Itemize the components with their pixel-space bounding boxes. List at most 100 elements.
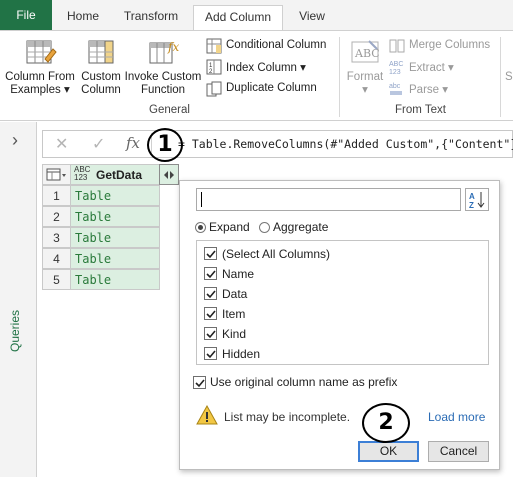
checkmark-icon <box>206 330 216 339</box>
invoke-custom-function-label-1: Invoke Custom <box>124 71 202 83</box>
svg-text:Z: Z <box>469 201 474 210</box>
conditional-column-button[interactable]: Conditional Column <box>206 37 336 55</box>
column-option-label[interactable]: Data <box>222 287 247 301</box>
tab-home[interactable]: Home <box>58 5 108 30</box>
format-text-icon: ABC <box>351 40 380 63</box>
cancel-button[interactable]: Cancel <box>428 441 489 462</box>
column-search-input[interactable] <box>196 188 461 211</box>
column-header-label: GetData <box>96 168 143 182</box>
ok-button[interactable]: OK <box>358 441 419 462</box>
table-cell[interactable]: Table <box>70 185 160 206</box>
queries-pane[interactable]: › Queries <box>0 122 37 477</box>
use-prefix-label[interactable]: Use original column name as prefix <box>210 375 397 389</box>
custom-column-icon <box>88 40 114 64</box>
invoke-custom-function-button[interactable]: fx Invoke Custom Function <box>124 37 202 97</box>
aggregate-radio[interactable] <box>259 222 270 233</box>
commit-formula-icon[interactable]: ✓ <box>92 134 105 154</box>
extract-label: Extract ▾ <box>409 62 454 74</box>
cancel-formula-icon[interactable]: ✕ <box>55 134 68 154</box>
checkmark-icon <box>206 250 216 259</box>
checkmark-icon <box>195 379 205 388</box>
custom-column-label-1: Custom <box>81 71 121 83</box>
from-text-group-label: From Text <box>395 104 446 116</box>
parse-button[interactable]: abc Parse ▾ <box>389 80 499 98</box>
index-column-icon: 1 2 <box>206 59 222 75</box>
column-checkbox[interactable] <box>204 267 217 280</box>
table-cell[interactable]: Table <box>70 269 160 290</box>
index-column-label: Index Column ▾ <box>226 62 306 74</box>
fx-icon[interactable]: fx <box>126 134 140 152</box>
expand-column-button[interactable] <box>159 164 179 185</box>
row-number: 5 <box>42 269 71 290</box>
warning-icon <box>196 405 218 425</box>
table-cell[interactable]: Table <box>70 227 160 248</box>
checkmark-icon <box>206 290 216 299</box>
ribbon-separator-2 <box>500 37 501 117</box>
duplicate-column-button[interactable]: Duplicate Column <box>206 80 336 98</box>
tab-transform[interactable]: Transform <box>118 5 184 30</box>
step-1-annotation: 1 <box>147 128 183 162</box>
extract-button[interactable]: ABC 123 Extract ▾ <box>389 58 499 76</box>
sort-az-icon: A Z <box>469 192 485 210</box>
column-checkbox[interactable] <box>204 327 217 340</box>
expand-radio-label[interactable]: Expand <box>209 220 250 234</box>
merge-columns-button[interactable]: Merge Columns <box>389 37 499 55</box>
ribbon: Column From Examples ▾ Custom Column fx … <box>0 30 513 121</box>
tab-view[interactable]: View <box>290 5 334 30</box>
column-checkbox[interactable] <box>204 347 217 360</box>
general-group-label: General <box>149 104 190 116</box>
table-menu-button[interactable] <box>42 164 71 185</box>
row-number: 3 <box>42 227 71 248</box>
column-checkbox[interactable] <box>204 287 217 300</box>
table-cell[interactable]: Table <box>70 206 160 227</box>
checkmark-icon <box>206 270 216 279</box>
expand-queries-chevron-icon[interactable]: › <box>12 130 18 151</box>
parse-label: Parse ▾ <box>409 84 449 96</box>
use-prefix-checkbox[interactable] <box>193 376 206 389</box>
extract-icon: ABC 123 <box>389 61 403 76</box>
sort-az-button[interactable]: A Z <box>465 188 489 211</box>
table-cell[interactable]: Table <box>70 248 160 269</box>
invoke-function-icon: fx <box>149 40 179 64</box>
column-option-label[interactable]: (Select All Columns) <box>222 247 330 261</box>
formula-text[interactable]: = Table.RemoveColumns(#"Added Custom",{"… <box>178 137 513 151</box>
format-button[interactable]: ABC Format ▾ <box>343 37 387 97</box>
format-label: Format <box>346 71 384 83</box>
column-from-examples-label-2: Examples ▾ <box>10 84 70 96</box>
tab-add-column[interactable]: Add Column <box>193 5 283 31</box>
index-column-button[interactable]: 1 2 Index Column ▾ <box>206 58 336 76</box>
select-all-checkbox[interactable] <box>204 247 217 260</box>
custom-column-label-2: Column <box>81 84 121 96</box>
incomplete-list-warning: List may be incomplete. <box>224 410 351 424</box>
aggregate-radio-label[interactable]: Aggregate <box>273 220 328 234</box>
column-option-label[interactable]: Hidden <box>222 347 260 361</box>
svg-text:123: 123 <box>389 69 401 76</box>
format-dropdown-arrow: ▾ <box>362 84 368 96</box>
row-number: 2 <box>42 206 71 227</box>
custom-column-button[interactable]: Custom Column <box>78 37 124 97</box>
any-type-icon[interactable]: ABC 123 <box>74 166 90 182</box>
row-number: 1 <box>42 185 71 206</box>
duplicate-column-icon <box>206 81 222 97</box>
ribbon-tab-bar: File Home Transform Add Column View <box>0 0 513 31</box>
column-option-label[interactable]: Item <box>222 307 245 321</box>
text-caret <box>201 192 202 207</box>
ribbon-overflow-label: S <box>505 71 513 83</box>
svg-text:ABC: ABC <box>389 61 403 68</box>
queries-pane-label[interactable]: Queries <box>8 292 26 352</box>
checkmark-icon <box>206 310 216 319</box>
load-more-link[interactable]: Load more <box>428 410 485 424</box>
column-from-examples-label-1: Column From <box>5 71 75 83</box>
column-header-getdata[interactable]: ABC 123 GetData <box>70 164 160 185</box>
merge-columns-label: Merge Columns <box>409 39 491 51</box>
column-option-label[interactable]: Name <box>222 267 254 281</box>
column-option-label[interactable]: Kind <box>222 327 246 341</box>
merge-columns-icon <box>389 39 405 53</box>
svg-text:fx: fx <box>167 40 179 54</box>
column-checkbox[interactable] <box>204 307 217 320</box>
expand-radio[interactable] <box>195 222 206 233</box>
column-from-examples-button[interactable]: Column From Examples ▾ <box>2 37 78 97</box>
step-2-annotation: 2 <box>362 403 410 443</box>
checkmark-icon <box>206 350 216 359</box>
tab-file[interactable]: File <box>0 0 52 30</box>
